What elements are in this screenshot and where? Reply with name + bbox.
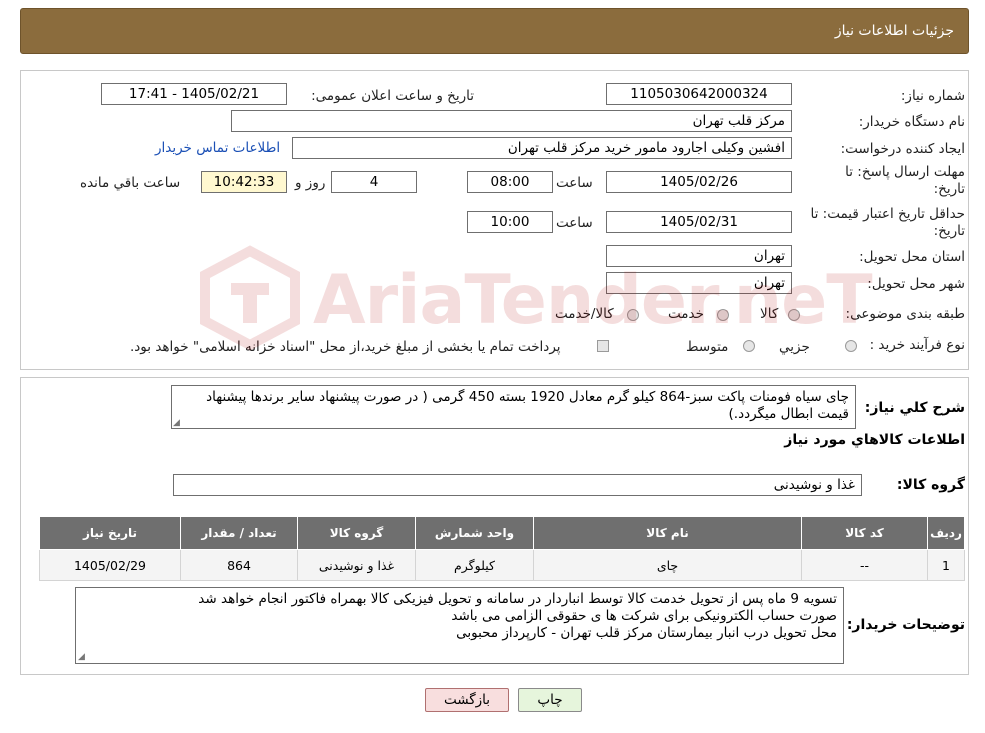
requester-label: ایجاد کننده درخواست: bbox=[840, 141, 965, 157]
price-validity-label-line1: حداقل تاریخ اعتبار قیمت: تا bbox=[810, 206, 965, 222]
price-validity-time-label: ساعت bbox=[556, 215, 593, 231]
process-minor-radio[interactable] bbox=[845, 340, 857, 352]
buyer-contact-link[interactable]: اطلاعات تماس خریدار bbox=[155, 140, 280, 156]
process-medium-label: متوسط bbox=[686, 339, 729, 355]
price-validity-time-field: 10:00 bbox=[467, 211, 553, 233]
deadline-label-line1: مهلت ارسال پاسخ: تا bbox=[845, 164, 965, 180]
price-validity-date-field: 1405/02/31 bbox=[606, 211, 792, 233]
need-description-textarea[interactable]: چای سیاه فومنات پاکت سبز-864 کیلو گرم مع… bbox=[171, 385, 856, 429]
buyer-notes-textarea[interactable]: تسویه 9 ماه پس از تحویل خدمت کالا توسط ا… bbox=[75, 587, 844, 664]
buyer-notes-line-2: صورت حساب الکترونیکی برای شرکت ها ی حقوق… bbox=[451, 608, 837, 624]
goods-table-wrapper: رديف کد کالا نام کالا واحد شمارش گروه کا… bbox=[39, 516, 965, 581]
deadline-label-line2: تاریخ: bbox=[933, 181, 965, 197]
col-quantity: تعداد / مقدار bbox=[180, 516, 298, 550]
deadline-time-label: ساعت bbox=[556, 175, 593, 191]
col-unit: واحد شمارش bbox=[415, 516, 534, 550]
treasury-payment-note: پرداخت تمام یا بخشی از مبلغ خرید،از محل … bbox=[130, 339, 561, 355]
deadline-label: مهلت ارسال پاسخ: تا تاریخ: bbox=[845, 164, 965, 198]
category-goods-label: کالا bbox=[760, 306, 779, 322]
subject-category-label: طبقه بندی موضوعی: bbox=[845, 306, 965, 322]
need-description-label: شرح کلي نياز: bbox=[864, 400, 965, 416]
col-row-number: رديف bbox=[927, 516, 965, 550]
description-resize-icon[interactable]: ◢ bbox=[173, 419, 181, 428]
buyer-org-label: نام دستگاه خریدار: bbox=[858, 114, 965, 130]
delivery-city-label: شهر محل تحویل: bbox=[867, 276, 965, 292]
delivery-city-field: تهران bbox=[606, 272, 792, 294]
category-service-radio[interactable] bbox=[717, 309, 729, 321]
goods-table-header-row: رديف کد کالا نام کالا واحد شمارش گروه کا… bbox=[39, 516, 965, 550]
days-label: روز و bbox=[295, 175, 326, 191]
announce-datetime-field: 1405/02/21 - 17:41 bbox=[101, 83, 287, 105]
item-name-cell: چای bbox=[533, 549, 802, 581]
col-item-name: نام کالا bbox=[533, 516, 802, 550]
purchase-process-label: نوع فرآیند خرید : bbox=[869, 337, 965, 353]
col-item-code: کد کالا bbox=[801, 516, 928, 550]
goods-section-title: اطلاعات کالاهاي مورد نياز bbox=[784, 432, 965, 448]
page-header: جزئیات اطلاعات نیاز bbox=[20, 8, 969, 54]
treasury-payment-checkbox[interactable] bbox=[597, 340, 609, 352]
need-number-field: 1105030642000324 bbox=[606, 83, 792, 105]
process-medium-radio[interactable] bbox=[743, 340, 755, 352]
print-button[interactable]: چاپ bbox=[518, 688, 582, 712]
need-date-cell: 1405/02/29 bbox=[39, 549, 181, 581]
unit-cell: کیلوگرم bbox=[415, 549, 534, 581]
goods-table: رديف کد کالا نام کالا واحد شمارش گروه کا… bbox=[39, 516, 965, 581]
deadline-date-field: 1405/02/26 bbox=[606, 171, 792, 193]
need-number-label: شماره نیاز: bbox=[900, 88, 965, 104]
category-goods-service-radio[interactable] bbox=[627, 309, 639, 321]
buyer-org-field: مرکز قلب تهران bbox=[231, 110, 792, 132]
category-goods-service-label: کالا/خدمت bbox=[555, 306, 614, 322]
requester-field: افشین وکیلی اجارود مامور خرید مرکز قلب ت… bbox=[292, 137, 792, 159]
delivery-province-field: تهران bbox=[606, 245, 792, 267]
remaining-time-field: 10:42:33 bbox=[201, 171, 287, 193]
goods-group-field: غذا و نوشیدنی bbox=[173, 474, 862, 496]
col-item-group: گروه کالا bbox=[297, 516, 416, 550]
deadline-time-field: 08:00 bbox=[467, 171, 553, 193]
price-validity-label: حداقل تاریخ اعتبار قیمت: تا تاریخ: bbox=[811, 206, 965, 240]
process-minor-label: جزیي bbox=[779, 339, 810, 355]
category-goods-radio[interactable] bbox=[788, 309, 800, 321]
col-need-date: تاریخ نیاز bbox=[39, 516, 181, 550]
delivery-province-label: استان محل تحویل: bbox=[859, 249, 965, 265]
page-title: جزئیات اطلاعات نیاز bbox=[834, 23, 954, 39]
item-code-cell: -- bbox=[801, 549, 928, 581]
price-validity-label-line2: تاریخ: bbox=[933, 223, 965, 239]
row-number-cell: 1 bbox=[927, 549, 965, 581]
item-group-cell: غذا و نوشیدنی bbox=[297, 549, 416, 581]
announce-datetime-label: تاریخ و ساعت اعلان عمومی: bbox=[311, 88, 474, 104]
buyer-notes-line-3: محل تحویل درب انبار بیمارستان مرکز قلب ت… bbox=[456, 625, 837, 641]
quantity-cell: 864 bbox=[180, 549, 298, 581]
table-row: 1 -- چای کیلوگرم غذا و نوشیدنی 864 1405/… bbox=[39, 549, 965, 581]
goods-group-label: گروه کالا: bbox=[896, 477, 965, 493]
back-button[interactable]: بازگشت bbox=[425, 688, 509, 712]
remaining-time-label: ساعت باقي مانده bbox=[80, 175, 181, 191]
buyer-notes-label: توضیحات خریدار: bbox=[846, 617, 965, 633]
days-remaining-field: 4 bbox=[331, 171, 417, 193]
need-description-text: چای سیاه فومنات پاکت سبز-864 کیلو گرم مع… bbox=[206, 389, 849, 422]
category-service-label: خدمت bbox=[668, 306, 704, 322]
buyer-notes-line-1: تسویه 9 ماه پس از تحویل خدمت کالا توسط ا… bbox=[198, 591, 837, 607]
notes-resize-icon[interactable]: ◢ bbox=[78, 653, 86, 662]
